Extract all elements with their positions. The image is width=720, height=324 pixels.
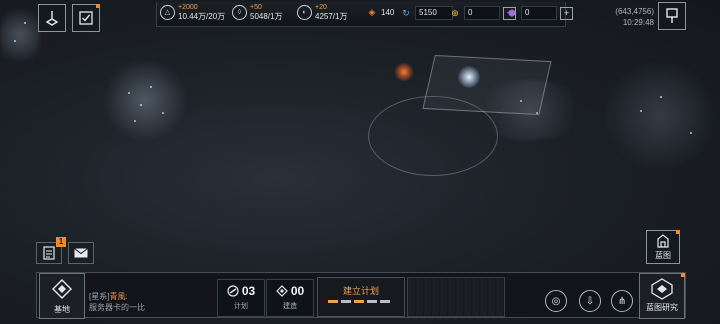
fleet-icon (45, 11, 59, 26)
chat-sender: 青風: (109, 292, 128, 301)
metal-gain: +2000 (178, 4, 198, 11)
deuterium-gain: +20 (315, 4, 327, 11)
blueprint-button[interactable]: 蓝图 (646, 230, 680, 264)
alliance-button[interactable]: ⋔ (611, 290, 633, 312)
energy-icon: ↻ (402, 7, 410, 18)
plan-label: 计划 (234, 303, 248, 310)
galaxy-icon: ◎ (551, 295, 561, 307)
asteroid-cluster (0, 0, 40, 70)
tasks-button[interactable] (72, 4, 100, 32)
asteroid (690, 132, 692, 134)
blueprint-research-icon (651, 278, 673, 300)
energy-value: 5150 (415, 6, 453, 20)
coordinates-text: (643,4756) (615, 7, 654, 16)
blueprint-research-label: 蓝图研究 (646, 303, 678, 312)
alloy-icon: ◈ (368, 6, 376, 17)
fleet-button[interactable] (38, 4, 66, 32)
crystal-gain: +50 (250, 4, 262, 11)
gold-coin-icon: ⊕ (451, 7, 459, 18)
mail-button[interactable] (68, 242, 94, 264)
asteroid (660, 96, 662, 98)
build-label: 建造 (283, 303, 297, 310)
resource-crystal[interactable]: ◊ +50 5048/1万 (232, 3, 282, 21)
asteroid (134, 120, 136, 122)
alliance-icon: ⋔ (617, 295, 627, 307)
asteroid-cluster (600, 60, 720, 170)
gem-icon: ⬢ (508, 7, 516, 18)
asteroid (150, 86, 152, 88)
plan-progress (328, 300, 390, 303)
asteroid (640, 110, 642, 112)
base-icon (52, 279, 72, 299)
document-icon (43, 246, 55, 260)
deuterium-icon: ◐ (297, 4, 312, 20)
station-platform[interactable] (422, 54, 552, 116)
chat-message: 服务器卡的一比 (89, 303, 145, 312)
asteroid (14, 40, 16, 42)
crystal-amount: 5048/1万 (250, 12, 283, 21)
chat-preview[interactable]: [星系]青風: 服务器卡的一比 (89, 291, 145, 313)
resource-deuterium[interactable]: ◐ +20 4257/1万 (297, 3, 347, 21)
chip-alloy[interactable]: ◈ 140 (366, 6, 395, 18)
build-counter[interactable]: 00 建造 (266, 279, 314, 317)
status-readout: (643,4756) 10:29:48 (615, 6, 654, 28)
chip-energy[interactable]: ↻ 5150 (400, 6, 453, 20)
star[interactable] (394, 62, 414, 82)
build-icon (275, 285, 288, 297)
asteroid (128, 92, 130, 94)
metal-icon: △ (160, 4, 175, 20)
asteroid (162, 112, 164, 114)
bottom-bar: 基地 [星系]青風: 服务器卡的一比 03 计划 00 建造 建立计划 ◎ ⇩ … (36, 272, 686, 319)
build-plan-label: 建立计划 (342, 286, 379, 296)
chat-channel: [星系] (89, 292, 110, 301)
add-gem-button[interactable]: + (560, 6, 573, 20)
plan-icon (227, 285, 239, 297)
alloy-value: 140 (381, 7, 395, 17)
asteroid (140, 104, 142, 106)
notification-dot (676, 230, 680, 234)
base-label: 基地 (54, 305, 70, 314)
build-queue-slots[interactable] (407, 277, 505, 317)
location-button[interactable] (658, 2, 686, 30)
plan-count: 03 (241, 284, 256, 298)
plan-counter[interactable]: 03 计划 (217, 279, 265, 317)
gold-value: 0 (464, 6, 500, 20)
download-icon: ⇩ (585, 295, 595, 307)
deuterium-amount: 4257/1万 (315, 12, 348, 21)
asteroid (24, 22, 26, 24)
station-core[interactable] (458, 66, 480, 88)
build-plan-button[interactable]: 建立计划 (317, 277, 405, 317)
notification-dot (681, 273, 685, 277)
build-count: 00 (290, 284, 305, 298)
blueprint-icon (657, 233, 669, 248)
crystal-icon: ◊ (232, 4, 247, 20)
map-pin-icon (666, 8, 678, 23)
base-button[interactable]: 基地 (39, 273, 85, 319)
mail-icon (74, 248, 88, 258)
checklist-icon (79, 11, 93, 25)
download-button[interactable]: ⇩ (579, 290, 601, 312)
clock-text: 10:29:48 (622, 18, 654, 27)
asteroid-cluster (100, 60, 190, 140)
metal-amount: 10.44万/20万 (178, 12, 226, 21)
blueprint-button-label: 蓝图 (655, 250, 671, 260)
gem-value: 0 (521, 6, 557, 20)
chip-gem[interactable]: ⬢ 0 + (506, 6, 573, 20)
resource-metal[interactable]: △ +2000 10.44万/20万 (160, 3, 225, 21)
blueprint-research-button[interactable]: 蓝图研究 (639, 273, 685, 319)
notification-dot (96, 4, 100, 8)
galaxy-button[interactable]: ◎ (545, 290, 567, 312)
log-badge: 1 (56, 237, 66, 247)
